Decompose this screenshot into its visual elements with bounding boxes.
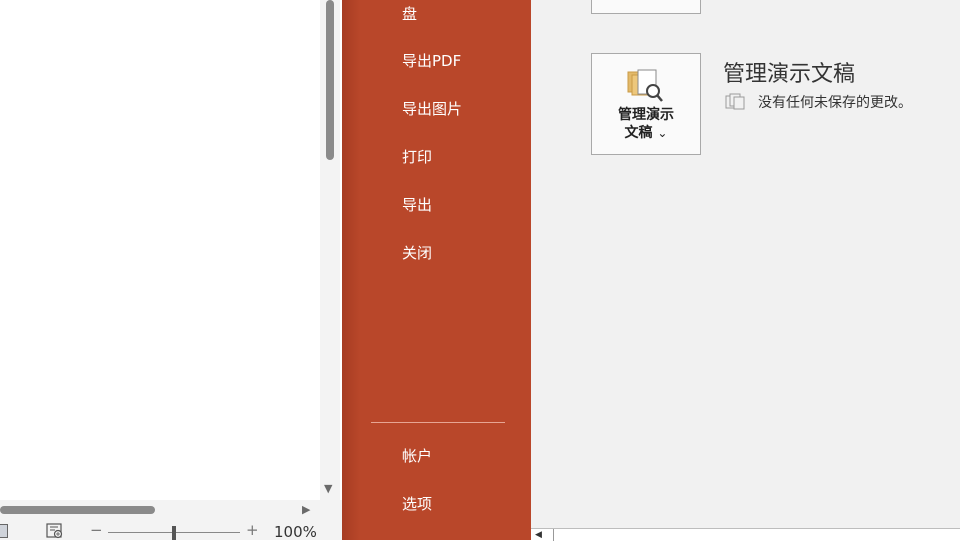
manage-presentation-icon [627,69,663,102]
vertical-scroll-thumb[interactable] [326,0,334,160]
zoom-level[interactable]: 100% [274,523,317,541]
nav-item-export-image[interactable]: 导出图片 [402,99,462,119]
manage-label-line2: 文稿 [624,125,653,141]
nav-item-options[interactable]: 选项 [402,494,432,514]
nav-item-export[interactable]: 导出 [402,195,432,215]
zoom-slider-thumb[interactable] [172,526,176,540]
scrollbar-separator [553,529,554,541]
manage-label-line1: 管理演示 [618,107,674,123]
chevron-down-icon: ⌄ [657,126,668,140]
scroll-down-arrow-icon[interactable]: ▼ [324,483,332,495]
reading-view-icon[interactable] [46,523,64,539]
zoom-in-button[interactable]: + [246,521,259,539]
horizontal-scroll-thumb[interactable] [0,506,155,514]
nav-item-close[interactable]: 关闭 [402,243,432,263]
normal-view-icon[interactable] [0,524,8,538]
backstage-content: 管理演示 文稿 ⌄ 管理演示文稿 没有任何未保存的更改。 [531,0,960,528]
nav-item-account[interactable]: 帐户 [402,446,432,466]
backstage-nav: 盘 导出PDF 导出图片 打印 导出 关闭 帐户 选项 [342,0,531,540]
document-stack-icon [725,93,745,110]
unsaved-changes-status: 没有任何未保存的更改。 [758,95,912,111]
scroll-corner [320,500,342,520]
scroll-left-arrow-icon[interactable]: ◀ [535,530,542,540]
horizontal-scrollbar[interactable]: ▶ [0,500,320,520]
status-bar: − + 100% [0,520,342,541]
manage-presentation-title: 管理演示文稿 [723,62,856,87]
nav-divider [371,422,505,423]
content-horizontal-scrollbar[interactable]: ◀ [531,528,960,541]
partial-tile-button[interactable] [591,0,701,14]
nav-item-partial[interactable]: 盘 [402,4,417,24]
vertical-scrollbar[interactable]: ▼ [320,0,340,500]
scroll-right-arrow-icon[interactable]: ▶ [302,503,310,517]
zoom-out-button[interactable]: − [90,521,103,539]
nav-item-export-pdf[interactable]: 导出PDF [402,51,461,71]
document-pane [0,0,320,500]
manage-presentation-label: 管理演示 文稿 ⌄ [592,106,700,142]
manage-presentation-button[interactable]: 管理演示 文稿 ⌄ [591,53,701,155]
nav-item-print[interactable]: 打印 [402,147,432,167]
manage-label-line2-wrap: 文稿 ⌄ [592,124,700,142]
